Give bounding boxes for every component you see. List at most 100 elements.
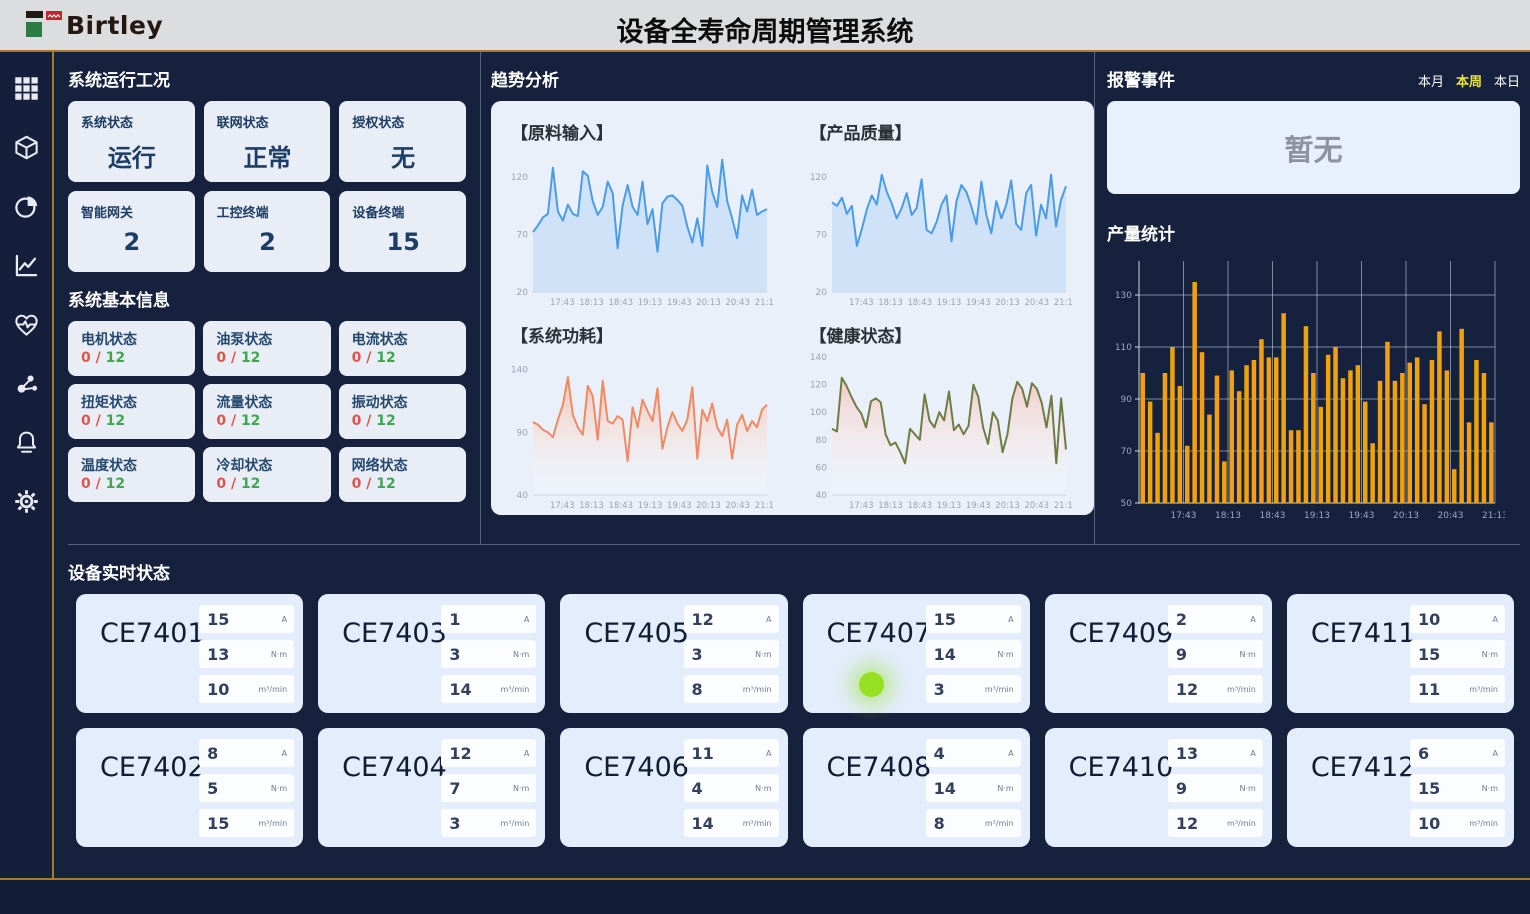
device-value-row: 11A (684, 739, 779, 767)
svg-text:19:43: 19:43 (667, 298, 692, 308)
device-card[interactable]: CE740115A13N·m10m³/min (76, 594, 303, 713)
svg-text:120: 120 (809, 381, 826, 391)
device-unit: A (1493, 749, 1498, 758)
device-name: CE7404 (342, 752, 447, 783)
device-value-row: 12A (684, 605, 779, 633)
tab-本日[interactable]: 本日 (1494, 71, 1520, 90)
info-card: 温度状态0 / 12 (68, 447, 195, 502)
device-unit: A (766, 615, 771, 624)
device-value-row: 1A (441, 605, 536, 633)
device-value-row: 15N·m (1410, 640, 1505, 668)
device-card[interactable]: CE74092A9N·m12m³/min (1045, 594, 1272, 713)
device-value-row: 12m³/min (1168, 809, 1263, 837)
device-value-row: 10m³/min (1410, 809, 1505, 837)
svg-text:19:43: 19:43 (966, 298, 991, 308)
svg-text:21:13: 21:13 (1053, 298, 1071, 308)
cube-3d-icon[interactable] (12, 133, 40, 161)
device-card[interactable]: CE741110A15N·m11m³/min (1287, 594, 1514, 713)
svg-text:19:13: 19:13 (638, 501, 663, 511)
svg-text:18:13: 18:13 (1215, 511, 1241, 521)
device-value-row: 12A (441, 739, 536, 767)
device-value-row: 10A (1410, 605, 1505, 633)
device-value-row: 3m³/min (926, 675, 1021, 703)
device-value-rows: 15A13N·m10m³/min (199, 605, 294, 703)
svg-text:110: 110 (1115, 343, 1132, 353)
device-value-row: 14m³/min (684, 809, 779, 837)
device-unit: N·m (271, 650, 287, 659)
svg-text:40: 40 (517, 491, 529, 501)
info-alarm-count: 0 / (216, 350, 241, 366)
device-name: CE7401 (100, 618, 205, 649)
device-unit: A (1250, 615, 1255, 624)
svg-text:60: 60 (815, 463, 827, 473)
info-alarm-count: 0 / (216, 413, 241, 429)
section-system-status: 系统运行工况 系统状态运行联网状态正常授权状态无智能网关2工控终端2设备终端15… (68, 52, 480, 544)
svg-text:50: 50 (1121, 499, 1133, 509)
device-value-row: 10m³/min (199, 675, 294, 703)
bell-icon[interactable] (12, 428, 40, 456)
device-card[interactable]: CE74028A5N·m15m³/min (76, 728, 303, 847)
device-card[interactable]: CE740412A7N·m3m³/min (318, 728, 545, 847)
section-alarm-production: 报警事件 本月本周本日 暂无 产量统计 17:4318:1318:4319:13… (1094, 52, 1520, 544)
device-card[interactable]: CE740611A4N·m14m³/min (560, 728, 787, 847)
ops-card: 工控终端2 (204, 191, 331, 272)
molecule-network-icon[interactable] (12, 369, 40, 397)
device-unit: N·m (1240, 784, 1256, 793)
device-unit: A (524, 749, 529, 758)
device-card[interactable]: CE74084A14N·m8m³/min (803, 728, 1030, 847)
info-card: 油泵状态0 / 12 (203, 321, 330, 376)
device-unit: A (282, 615, 287, 624)
device-value-row: 12m³/min (1168, 675, 1263, 703)
ops-card-value: 运行 (81, 138, 183, 173)
info-total-count: 12 (106, 413, 125, 429)
device-value-row: 2A (1168, 605, 1263, 633)
ops-card-label: 工控终端 (217, 202, 319, 221)
device-unit: N·m (755, 650, 771, 659)
svg-text:19:13: 19:13 (936, 501, 961, 511)
device-value: 7 (449, 779, 460, 798)
device-value: 3 (692, 645, 703, 664)
device-value-row: 14N·m (926, 774, 1021, 802)
device-value-row: 15N·m (1410, 774, 1505, 802)
alarm-empty-text: 暂无 (1284, 127, 1342, 169)
device-card[interactable]: CE74031A3N·m14m³/min (318, 594, 545, 713)
device-value-row: 7N·m (441, 774, 536, 802)
svg-text:90: 90 (517, 428, 529, 438)
device-unit: N·m (997, 650, 1013, 659)
device-value: 8 (692, 680, 703, 699)
info-card: 冷却状态0 / 12 (203, 447, 330, 502)
info-card-count: 0 / 12 (81, 476, 183, 492)
apps-grid-icon[interactable] (12, 74, 40, 102)
main-content: 系统运行工况 系统状态运行联网状态正常授权状态无智能网关2工控终端2设备终端15… (54, 52, 1530, 878)
device-value: 4 (692, 779, 703, 798)
device-value: 14 (449, 680, 471, 699)
health-pulse-icon[interactable] (12, 310, 40, 338)
tab-本月[interactable]: 本月 (1418, 71, 1444, 90)
svg-text:17:43: 17:43 (849, 501, 874, 511)
device-value-row: 11m³/min (1410, 675, 1505, 703)
info-card-label: 电流状态 (352, 329, 454, 349)
line-chart-icon[interactable] (12, 251, 40, 279)
nav-sidebar (0, 52, 54, 878)
info-total-count: 12 (106, 476, 125, 492)
gear-icon[interactable] (12, 487, 40, 515)
device-card[interactable]: CE740715A14N·m3m³/min (803, 594, 1030, 713)
svg-text:40: 40 (815, 491, 827, 501)
info-card-count: 0 / 12 (352, 350, 454, 366)
device-card[interactable]: CE74126A15N·m10m³/min (1287, 728, 1514, 847)
pie-chart-icon[interactable] (12, 192, 40, 220)
device-card-grid: CE740115A13N·m10m³/minCE74031A3N·m14m³/m… (76, 594, 1514, 847)
device-value-rows: 12A7N·m3m³/min (441, 739, 536, 837)
device-value: 13 (207, 645, 229, 664)
svg-text:21:13: 21:13 (1482, 511, 1505, 521)
svg-text:18:43: 18:43 (1260, 511, 1286, 521)
device-card[interactable]: CE740512A3N·m8m³/min (560, 594, 787, 713)
tab-本周[interactable]: 本周 (1456, 71, 1482, 90)
device-value-row: 5N·m (199, 774, 294, 802)
device-unit: A (282, 749, 287, 758)
device-unit: A (1250, 749, 1255, 758)
svg-text:90: 90 (1121, 395, 1133, 405)
device-unit: m³/min (1227, 685, 1256, 694)
device-value-row: 6A (1410, 739, 1505, 767)
device-card[interactable]: CE741013A9N·m12m³/min (1045, 728, 1272, 847)
